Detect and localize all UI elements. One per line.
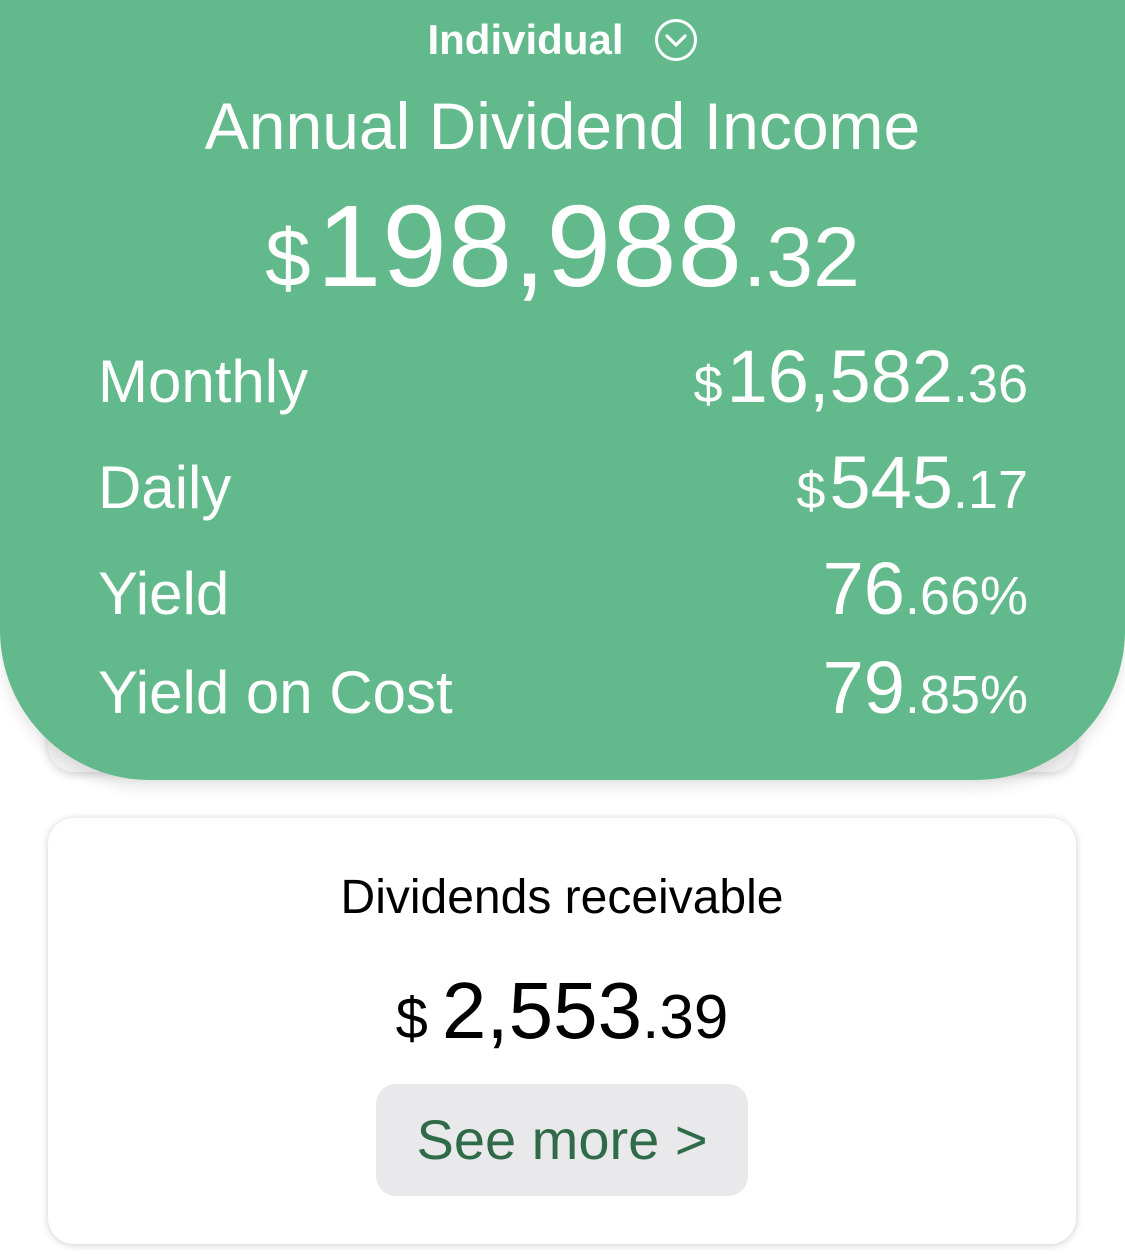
stat-label: Yield [98, 560, 230, 627]
stat-value: $16,582.36 [694, 337, 1028, 438]
stat-value: 79.85% [819, 648, 1028, 749]
stat-label: Monthly [98, 348, 309, 415]
stat-decimal-part: .66% [904, 566, 1028, 626]
stat-currency-symbol: $ [693, 356, 723, 414]
stat-integer-part: 79 [822, 646, 905, 729]
stat-label: Daily [98, 454, 232, 521]
stat-row-monthly: Monthly $16,582.36 [98, 337, 1028, 417]
annual-integer-part: 198,988 [316, 181, 744, 311]
chevron-down-circle-icon [654, 19, 697, 61]
annual-decimal-part: .32 [743, 210, 860, 304]
annual-dividend-panel: Individual Annual Dividend Income $198,9… [0, 0, 1125, 780]
stat-label: Yield on Cost [98, 659, 453, 726]
account-selector[interactable]: Individual [0, 16, 1125, 64]
annual-currency-symbol: $ [265, 213, 311, 304]
receivable-integer-part: 2,553 [441, 966, 643, 1055]
stat-currency-symbol: $ [796, 462, 826, 520]
account-selector-label: Individual [427, 16, 624, 63]
stat-row-yield: Yield 76.66% [98, 549, 1028, 629]
see-more-button[interactable]: See more > [376, 1084, 748, 1196]
stat-decimal-part: .36 [952, 354, 1028, 414]
dividends-receivable-card: Dividends receivable $2,553.39 See more … [48, 818, 1076, 1244]
panel-title: Annual Dividend Income [204, 89, 921, 163]
stat-value: 76.66% [819, 549, 1028, 650]
stat-decimal-part: .85% [904, 665, 1028, 725]
stat-row-yield-on-cost: Yield on Cost 79.85% [98, 648, 1028, 728]
stat-row-daily: Daily $545.17 [98, 443, 1028, 523]
stat-integer-part: 76 [822, 547, 905, 630]
receivable-amount: $2,553.39 [48, 966, 1076, 1079]
stat-value: $545.17 [797, 443, 1028, 544]
annual-income-amount: $198,988.32 [0, 186, 1125, 342]
receivable-currency-symbol: $ [395, 986, 428, 1051]
receivable-decimal-part: .39 [642, 983, 729, 1052]
dividend-summary-screen: Individual Annual Dividend Income $198,9… [0, 0, 1125, 1254]
stat-integer-part: 16,582 [726, 335, 953, 418]
stat-decimal-part: .17 [952, 460, 1028, 520]
stat-integer-part: 545 [829, 441, 953, 524]
receivable-title: Dividends receivable [340, 871, 784, 924]
